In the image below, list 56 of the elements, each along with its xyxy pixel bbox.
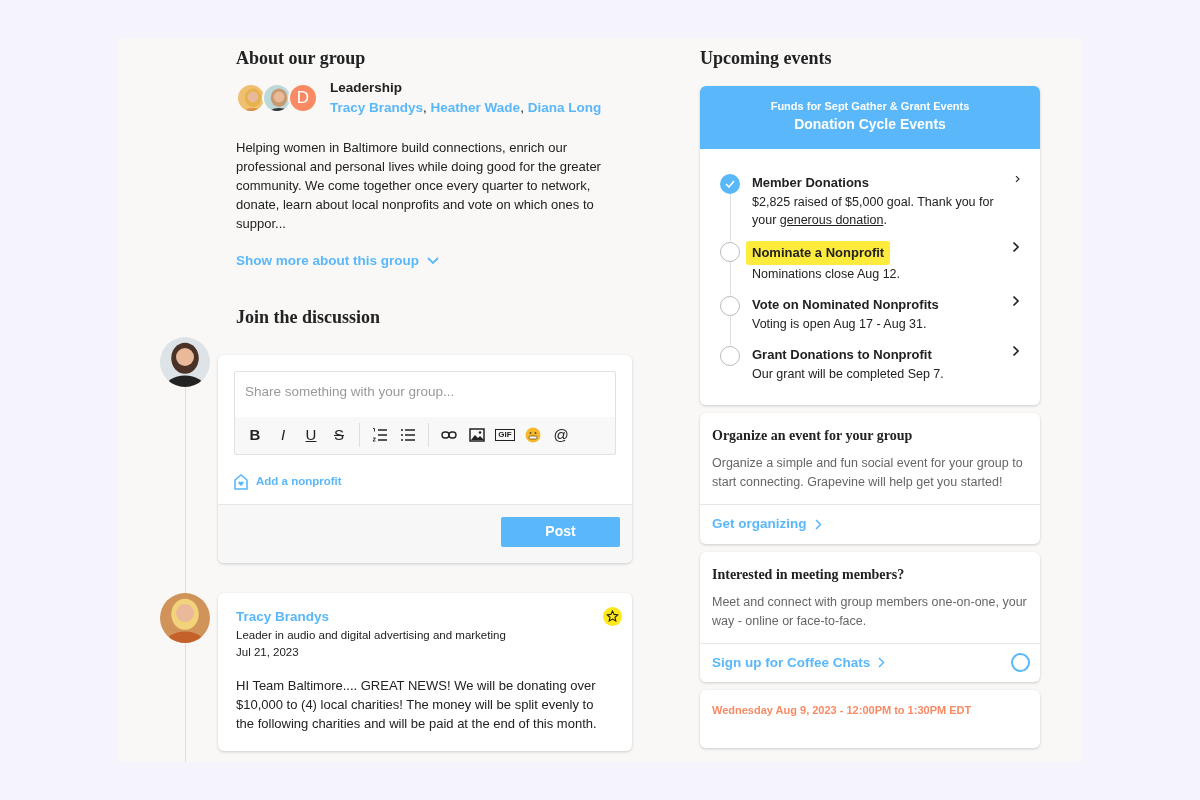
step-detail: Our grant will be completed Sep 7. bbox=[752, 366, 945, 384]
strike-button[interactable]: S bbox=[329, 424, 349, 447]
author-link[interactable]: Tracy Brandys bbox=[236, 606, 330, 628]
chevron-right-icon bbox=[814, 518, 822, 530]
leader-link[interactable]: Heather Wade bbox=[430, 99, 521, 115]
comma: , bbox=[423, 99, 427, 115]
card-title: Organize an event for your group bbox=[712, 427, 914, 446]
card-subtitle: Funds for Sept Gather & Grant Events bbox=[769, 98, 971, 114]
emoji-icon bbox=[525, 427, 541, 444]
card-title: Donation Cycle Events bbox=[793, 115, 947, 135]
leadership-label: Leadership bbox=[330, 78, 404, 97]
card-text: Organize a simple and fun social event for your group to start connecting. Grapevine will help get you started! bbox=[712, 455, 1024, 492]
post-body: HI Team Baltimore.... GREAT NEWS! We will be donating over $10,000 to (4) local charities! The money will be split evenly to the following charities and will be paid at the end of this month. bbox=[236, 676, 598, 733]
step-detail: Nominations close Aug 12. bbox=[752, 265, 901, 283]
gif-button[interactable]: GIF bbox=[495, 424, 515, 447]
mention-button[interactable]: @ bbox=[551, 424, 571, 447]
step-title: Member Donations bbox=[752, 174, 869, 193]
card-link[interactable]: Sign up for Coffee Chats bbox=[712, 652, 886, 673]
section-title: About our group bbox=[236, 48, 367, 70]
house-heart-icon bbox=[234, 473, 248, 490]
chevron-down-icon bbox=[427, 257, 439, 266]
leader-link[interactable]: Diana Long bbox=[527, 99, 602, 115]
event-date: Wednesday Aug 9, 2023 - 12:00PM to 1:30PM EDT bbox=[712, 702, 973, 718]
chevron-right-icon[interactable] bbox=[1012, 241, 1020, 254]
section-title: Upcoming events bbox=[700, 48, 833, 70]
bold-button[interactable]: B bbox=[245, 424, 265, 447]
step-title: Vote on Nominated Nonprofits bbox=[752, 295, 939, 314]
section-title: Join the discussion bbox=[236, 307, 382, 329]
gif-icon: GIF bbox=[495, 429, 515, 442]
comma: , bbox=[520, 99, 524, 115]
chevron-right-icon bbox=[878, 657, 886, 669]
star-button[interactable] bbox=[603, 606, 622, 626]
step-title: Nominate a Nonprofit bbox=[746, 241, 891, 265]
toggle-circle[interactable] bbox=[1011, 653, 1030, 673]
step-detail: Voting is open Aug 17 - Aug 31. bbox=[752, 316, 928, 334]
group-description: Helping women in Baltimore build connections, enrich our professional and personal lives while doing good for the greater community. We come together once every quarter to network, donate, learn about local nonprofits and vote on which ones to suppor... bbox=[236, 139, 602, 234]
step-title: Grant Donations to Nonprofit bbox=[752, 346, 932, 365]
card-link[interactable]: Get organizing bbox=[712, 514, 822, 535]
post-input-field[interactable]: Share something with your group... bbox=[234, 370, 616, 417]
avatar: D bbox=[288, 82, 318, 113]
image-icon bbox=[469, 427, 485, 444]
underline-button[interactable]: U bbox=[301, 424, 321, 447]
chevron-right-icon[interactable] bbox=[1012, 294, 1020, 307]
numbered-list-icon bbox=[372, 427, 388, 444]
check-icon bbox=[725, 180, 735, 189]
bullet-list-icon bbox=[400, 427, 416, 444]
card-title: Interested in meeting members? bbox=[712, 565, 906, 584]
italic-button[interactable]: I bbox=[273, 424, 293, 447]
author-subtitle: Leader in audio and digital advertising and marketing bbox=[236, 628, 507, 644]
add-nonprofit-link[interactable]: Add a nonprofit bbox=[234, 472, 342, 491]
chevron-right-icon[interactable] bbox=[1012, 345, 1020, 358]
post-button[interactable]: Post bbox=[501, 516, 620, 547]
show-more-link[interactable]: Show more about this group bbox=[236, 251, 439, 272]
card-text: Meet and connect with group members one-on-one, your way - online or face-to-face. bbox=[712, 593, 1028, 630]
step-detail: $2,825 raised of $5,000 goal. Thank you for your generous donation. bbox=[752, 194, 995, 230]
post-date: Jul 21, 2023 bbox=[236, 645, 300, 661]
